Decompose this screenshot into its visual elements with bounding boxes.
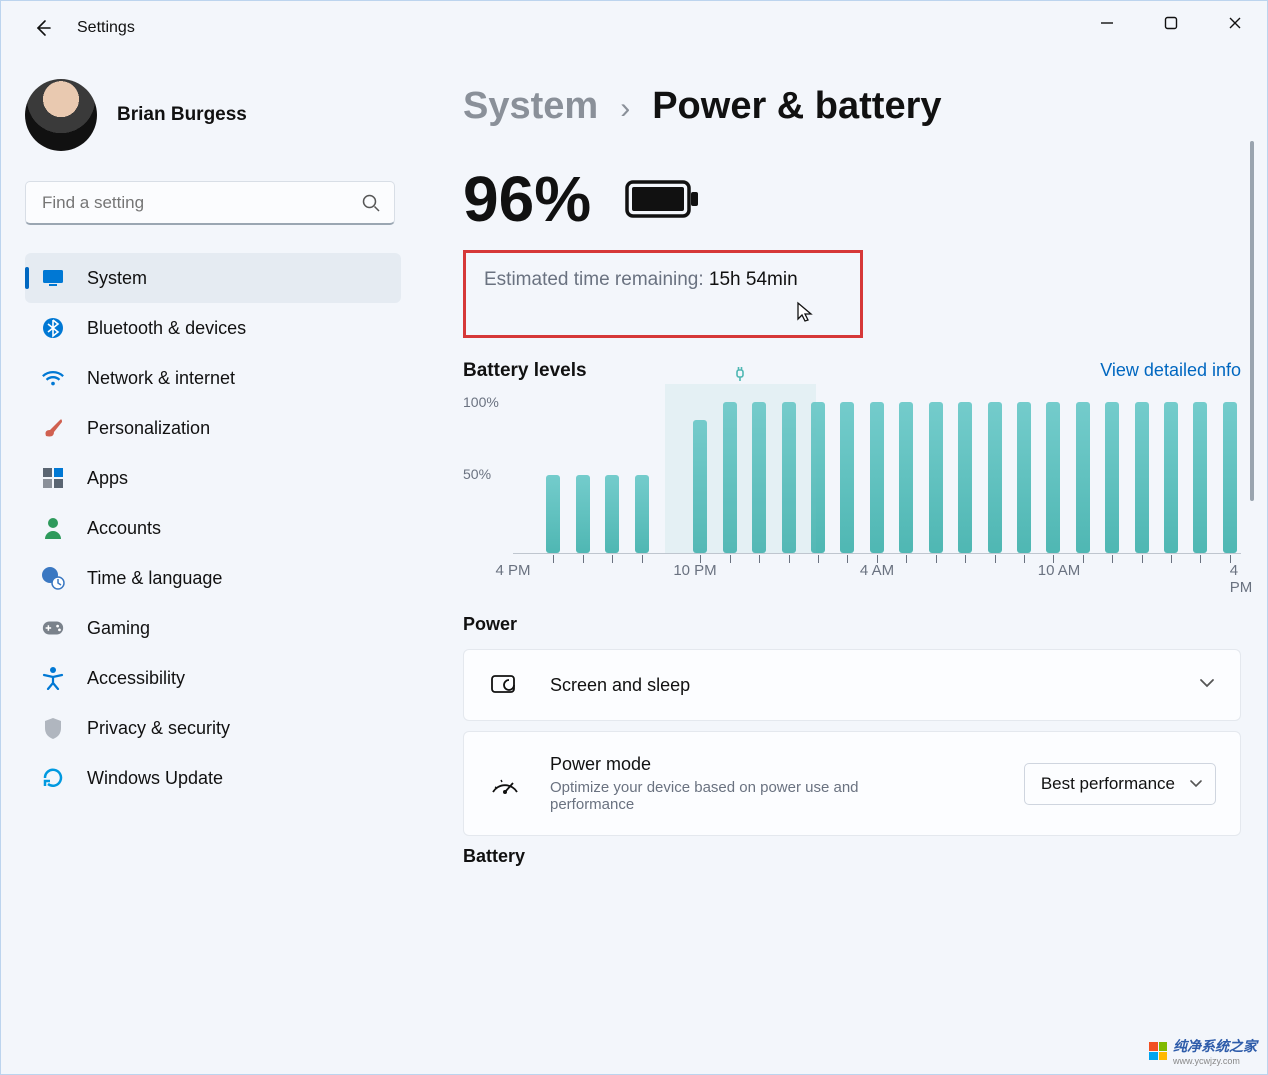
- screen-and-sleep-row[interactable]: Screen and sleep: [463, 649, 1241, 721]
- x-axis-label: 10 PM: [673, 562, 716, 579]
- estimate-value: 15h 54min: [709, 269, 798, 290]
- x-axis-label: 10 AM: [1038, 562, 1081, 579]
- chart-bar: [899, 402, 913, 553]
- accessibility-icon: [41, 666, 65, 690]
- power-mode-title: Power mode: [550, 754, 996, 775]
- scrollbar[interactable]: [1247, 141, 1257, 1054]
- update-icon: [41, 766, 65, 790]
- power-mode-select[interactable]: Best performance: [1024, 763, 1216, 805]
- chart-bar: [988, 402, 1002, 553]
- sidebar-item-label: Personalization: [87, 418, 210, 439]
- view-detailed-link[interactable]: View detailed info: [1100, 360, 1241, 381]
- sidebar-item-label: Gaming: [87, 618, 150, 639]
- sidebar-item-accounts[interactable]: Accounts: [25, 503, 401, 553]
- shield-icon: [41, 716, 65, 740]
- power-mode-value: Best performance: [1041, 774, 1175, 793]
- sidebar-item-label: Accessibility: [87, 668, 185, 689]
- breadcrumb-parent[interactable]: System: [463, 85, 598, 128]
- chart-bar: [1135, 402, 1149, 553]
- chart-bar: [546, 475, 560, 554]
- gamepad-icon: [41, 616, 65, 640]
- y-label-100: 100%: [463, 394, 499, 410]
- display-icon: [41, 266, 65, 290]
- chart-bar: [576, 475, 590, 554]
- screen-sleep-title: Screen and sleep: [550, 675, 1170, 696]
- bluetooth-icon: [41, 316, 65, 340]
- estimate-highlight: Estimated time remaining: 15h 54min: [463, 250, 863, 338]
- chart-bar: [1105, 402, 1119, 553]
- chart-bar: [929, 402, 943, 553]
- sidebar-item-label: Windows Update: [87, 768, 223, 789]
- breadcrumb: System › Power & battery: [463, 85, 1241, 128]
- person-icon: [41, 516, 65, 540]
- sidebar-item-label: Privacy & security: [87, 718, 230, 739]
- y-label-50: 50%: [463, 466, 491, 482]
- sidebar-item-personalization[interactable]: Personalization: [25, 403, 401, 453]
- plug-icon: [733, 366, 747, 387]
- x-axis-label: 4 PM: [495, 562, 530, 579]
- breadcrumb-current: Power & battery: [652, 85, 941, 128]
- apps-icon: [41, 466, 65, 490]
- minimize-button[interactable]: [1075, 1, 1139, 45]
- chart-bar: [1076, 402, 1090, 553]
- sidebar-item-label: Bluetooth & devices: [87, 318, 246, 339]
- battery-chart: 100% 50% 4 PM10 PM4 AM10 AM4 PM: [463, 390, 1241, 590]
- sidebar-item-label: Time & language: [87, 568, 222, 589]
- chart-bar: [840, 402, 854, 553]
- sidebar-item-label: Accounts: [87, 518, 161, 539]
- chart-bar: [870, 402, 884, 553]
- sidebar-item-windows-update[interactable]: Windows Update: [25, 753, 401, 803]
- wifi-icon: [41, 366, 65, 390]
- power-mode-row[interactable]: Power mode Optimize your device based on…: [463, 731, 1241, 836]
- avatar: [25, 79, 97, 151]
- sidebar-item-apps[interactable]: Apps: [25, 453, 401, 503]
- app-title: Settings: [77, 19, 135, 37]
- account-block[interactable]: Brian Burgess: [25, 79, 401, 151]
- brush-icon: [41, 416, 65, 440]
- close-button[interactable]: [1203, 1, 1267, 45]
- sidebar-item-label: System: [87, 268, 147, 289]
- account-name: Brian Burgess: [117, 104, 247, 126]
- chevron-down-icon: [1189, 774, 1203, 794]
- power-mode-subtitle: Optimize your device based on power use …: [550, 779, 900, 813]
- chart-bar: [1046, 402, 1060, 553]
- sidebar-item-accessibility[interactable]: Accessibility: [25, 653, 401, 703]
- sidebar-item-privacy-security[interactable]: Privacy & security: [25, 703, 401, 753]
- chevron-right-icon: ›: [620, 92, 630, 126]
- search-icon: [361, 193, 381, 218]
- sidebar-item-system[interactable]: System: [25, 253, 401, 303]
- power-section-title: Power: [463, 614, 1241, 635]
- gauge-icon: [488, 772, 522, 796]
- chart-bar: [635, 475, 649, 554]
- x-axis-label: 4 AM: [860, 562, 894, 579]
- search-box[interactable]: [25, 181, 395, 225]
- chart-title: Battery levels: [463, 360, 587, 382]
- chart-bar: [1017, 402, 1031, 553]
- search-input[interactable]: [25, 181, 395, 225]
- cursor-icon: [796, 301, 814, 328]
- clock-globe-icon: [41, 566, 65, 590]
- sidebar-item-gaming[interactable]: Gaming: [25, 603, 401, 653]
- chart-bar: [1223, 402, 1237, 553]
- chart-bar: [605, 475, 619, 554]
- estimate-label: Estimated time remaining:: [484, 269, 709, 290]
- back-button[interactable]: [23, 8, 63, 48]
- battery-percent: 96%: [463, 162, 591, 236]
- sidebar-item-bluetooth-devices[interactable]: Bluetooth & devices: [25, 303, 401, 353]
- battery-icon: [625, 178, 701, 220]
- chart-bar: [958, 402, 972, 553]
- chart-bar: [1164, 402, 1178, 553]
- screen-sleep-icon: [488, 672, 522, 698]
- sidebar-item-network-internet[interactable]: Network & internet: [25, 353, 401, 403]
- sidebar-item-label: Apps: [87, 468, 128, 489]
- maximize-button[interactable]: [1139, 1, 1203, 45]
- sidebar-item-time-language[interactable]: Time & language: [25, 553, 401, 603]
- chevron-down-icon: [1198, 676, 1216, 694]
- chart-bar: [1193, 402, 1207, 553]
- sidebar-item-label: Network & internet: [87, 368, 235, 389]
- battery-section-title: Battery: [463, 846, 1241, 867]
